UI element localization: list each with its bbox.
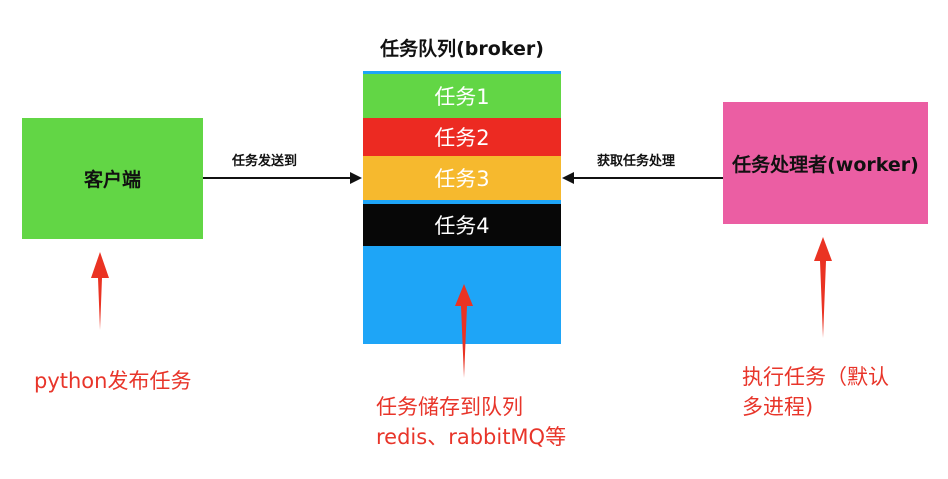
client-note: python发布任务 bbox=[34, 369, 192, 393]
queue-pointer-arrow bbox=[455, 284, 473, 378]
worker-note-line2: 多进程) bbox=[742, 395, 814, 419]
fetch-arrow bbox=[562, 172, 723, 184]
queue-note-line1: 任务储存到队列 bbox=[376, 395, 523, 419]
worker-note: 执行任务（默认 多进程) bbox=[742, 362, 889, 422]
queue-note-line2: redis、rabbitMQ等 bbox=[376, 425, 567, 449]
queue-note: 任务储存到队列 redis、rabbitMQ等 bbox=[376, 392, 566, 452]
client-pointer-arrow bbox=[91, 252, 109, 330]
worker-pointer-arrow bbox=[814, 237, 832, 338]
worker-note-line1: 执行任务（默认 bbox=[742, 365, 889, 389]
send-arrow bbox=[203, 172, 362, 184]
